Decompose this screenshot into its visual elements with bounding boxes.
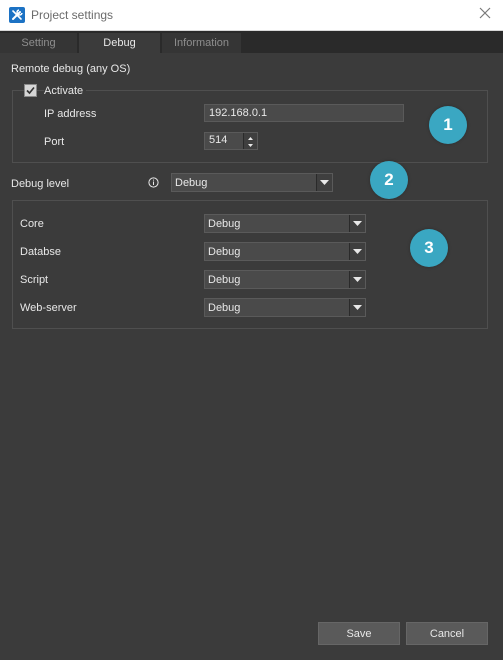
module-core-label: Core: [20, 218, 44, 230]
chevron-up-icon[interactable]: [244, 133, 257, 141]
module-database-label: Databse: [20, 246, 61, 258]
tab-bar: Setting Debug Information: [0, 31, 503, 53]
module-webserver-select[interactable]: Debug: [204, 298, 366, 317]
remote-debug-label: Remote debug (any OS): [11, 63, 131, 75]
activate-label: Activate: [44, 85, 87, 97]
debug-level-label: Debug level: [11, 178, 70, 190]
module-core-select[interactable]: Debug: [204, 214, 366, 233]
port-value: 514: [209, 134, 228, 146]
module-core-value: Debug: [208, 218, 241, 230]
close-icon[interactable]: [477, 5, 493, 21]
remote-debug-group: [12, 90, 488, 163]
port-spinbox[interactable]: 514: [204, 132, 258, 150]
window-title: Project settings: [31, 8, 114, 22]
module-script-label: Script: [20, 274, 49, 286]
module-database-value: Debug: [208, 246, 241, 258]
chevron-down-icon: [349, 243, 365, 260]
debug-level-value: Debug: [175, 177, 208, 189]
module-script-value: Debug: [208, 274, 241, 286]
title-bar: Project settings: [0, 0, 503, 31]
debug-level-select[interactable]: Debug: [171, 173, 333, 192]
module-webserver-label: Web-server: [20, 302, 77, 314]
tab-setting[interactable]: Setting: [0, 33, 78, 53]
save-button[interactable]: Save: [318, 622, 400, 645]
chevron-down-icon[interactable]: [244, 141, 257, 149]
info-icon[interactable]: [148, 177, 159, 188]
tab-debug[interactable]: Debug: [79, 33, 161, 53]
tools-icon: [9, 7, 25, 23]
badge-1: 1: [429, 106, 467, 144]
port-label: Port: [44, 136, 65, 148]
chevron-down-icon: [316, 174, 332, 191]
ip-address-input[interactable]: [204, 104, 404, 122]
module-script-select[interactable]: Debug: [204, 270, 366, 289]
cancel-button[interactable]: Cancel: [406, 622, 488, 645]
badge-2: 2: [370, 161, 408, 199]
tab-information[interactable]: Information: [162, 33, 242, 53]
module-webserver-value: Debug: [208, 302, 241, 314]
module-database-select[interactable]: Debug: [204, 242, 366, 261]
badge-3: 3: [410, 229, 448, 267]
activate-checkbox[interactable]: [24, 84, 37, 97]
chevron-down-icon: [349, 299, 365, 316]
port-stepper-buttons: [243, 133, 257, 149]
ip-address-label: IP address: [44, 108, 97, 120]
chevron-down-icon: [349, 215, 365, 232]
chevron-down-icon: [349, 271, 365, 288]
